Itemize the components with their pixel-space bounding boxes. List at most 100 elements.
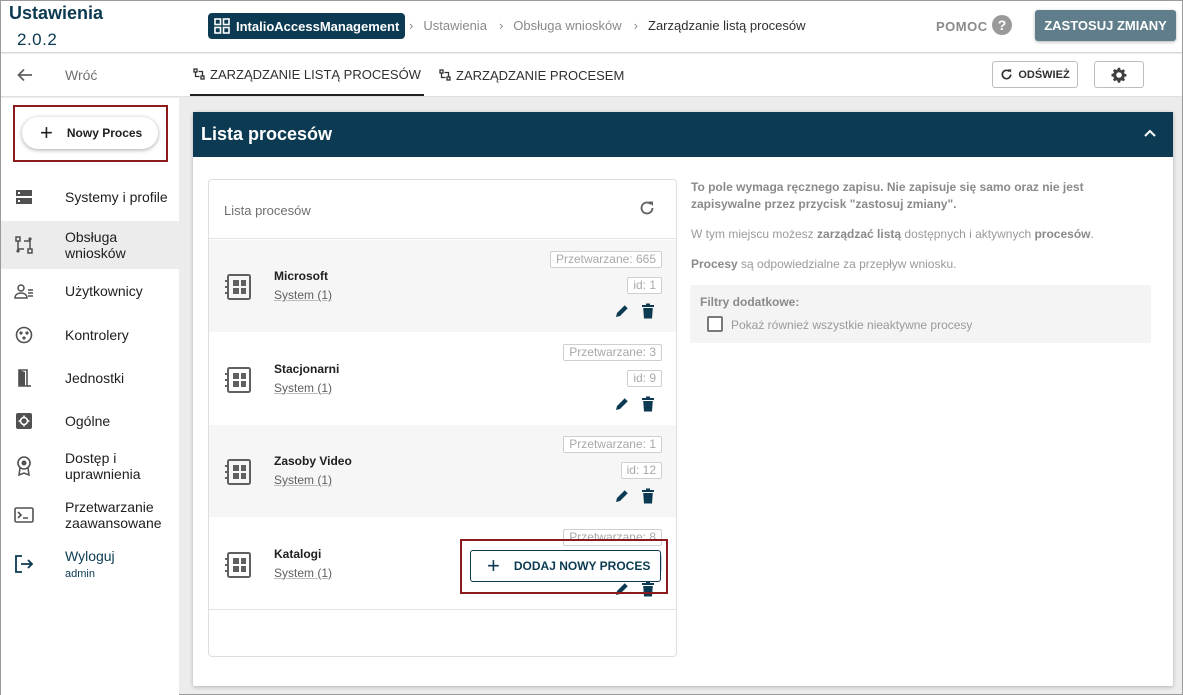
panel-header[interactable]: Lista procesów (193, 112, 1173, 157)
help-label[interactable]: POMOC (936, 19, 988, 34)
info-part: Procesy (691, 257, 738, 271)
sidebar-item-logout[interactable]: Wyloguj admin (1, 546, 179, 582)
workflow-icon (439, 69, 451, 81)
help-icon[interactable]: ? (992, 15, 1012, 35)
panel-title: Lista procesów (201, 124, 333, 144)
sidebar: + Nowy Proces Systemy i profile Obsługa … (1, 98, 179, 695)
new-process-button[interactable]: + Nowy Proces (22, 117, 158, 149)
list-footer (209, 609, 676, 657)
id-badge: id: 9 (627, 369, 662, 387)
sidebar-item-label: Ogólne (65, 413, 111, 429)
show-inactive-label[interactable]: Pokaż również wszystkie nieaktywne proce… (731, 318, 972, 332)
processed-badge: Przetwarzane: 3 (563, 343, 662, 361)
arrow-left-icon[interactable] (15, 65, 35, 85)
processed-badge: Przetwarzane: 1 (563, 436, 662, 453)
info-processes: Procesy są odpowiedzialne za przepływ wn… (691, 256, 1151, 273)
settings-button[interactable] (1094, 61, 1144, 88)
sidebar-item-users[interactable]: Użytkownicy (1, 280, 179, 302)
server-icon (14, 187, 34, 207)
processed-badge: Przetwarzane: 665 (549, 251, 662, 268)
process-row[interactable]: Stacjonarni System (1) Przetwarzane: 3 id: … (209, 333, 676, 425)
process-system[interactable]: System (1) (274, 381, 332, 395)
refresh-icon[interactable] (638, 199, 656, 217)
breadcrumb-settings[interactable]: Ustawienia (423, 18, 487, 33)
apply-changes-button[interactable]: ZASTOSUJ ZMIANY (1035, 10, 1176, 41)
sub-bar: Wróć ZARZĄDZANIE LISTĄ PROCESÓW ZARZĄDZA… (1, 54, 1182, 97)
app-version: 2.0.2 (17, 30, 58, 49)
workflow-icon (14, 235, 34, 255)
info-part: dostępnych i aktywnych (901, 227, 1035, 241)
settings-box-icon (14, 411, 34, 431)
breadcrumb-requests[interactable]: Obsługa wniosków (513, 18, 621, 33)
sidebar-item-label: Użytkownicy (65, 283, 143, 299)
process-system[interactable]: System (1) (274, 288, 332, 302)
chevron-right-icon: › (498, 18, 504, 33)
breadcrumb: › Ustawienia › Obsługa wniosków › Zarząd… (401, 18, 806, 33)
sidebar-item-general[interactable]: Ogólne (1, 410, 179, 432)
edit-icon[interactable] (614, 303, 630, 324)
add-process-highlight: + DODAJ NOWY PROCES (460, 539, 668, 594)
back-link[interactable]: Wróć (65, 67, 97, 83)
info-manage: W tym miejscu możesz zarządzać listą dos… (691, 226, 1151, 243)
app-chip[interactable]: IntalioAccessManagement (208, 13, 406, 39)
plus-icon: + (40, 120, 53, 145)
delete-icon[interactable] (641, 303, 655, 324)
refresh-label: ODŚWIEŻ (1018, 68, 1070, 81)
process-list-panel: Lista procesów Lista procesów Microsoft S… (193, 112, 1173, 686)
tab-label: ZARZĄDZANIE PROCESEM (456, 67, 625, 83)
sidebar-item-label: Przetwarzanie zaawansowane (65, 499, 162, 531)
info-part: zarządzać listą (817, 227, 902, 241)
info-part: są odpowiedzialne za przepływ wniosku. (737, 257, 957, 271)
sidebar-item-access[interactable]: Dostęp i uprawnienia (1, 448, 179, 484)
id-badge: id: 12 (620, 462, 662, 479)
process-system[interactable]: System (1) (274, 566, 332, 580)
sidebar-item-advanced[interactable]: Przetwarzanie zaawansowane (1, 497, 179, 533)
add-process-button[interactable]: + DODAJ NOWY PROCES (470, 550, 661, 582)
sidebar-item-units[interactable]: Jednostki (1, 367, 179, 389)
refresh-icon (1001, 69, 1012, 80)
tab-process-management[interactable]: ZARZĄDZANIE PROCESEM (439, 54, 624, 96)
process-icon (225, 366, 253, 398)
tab-label: ZARZĄDZANIE LISTĄ PROCESÓW (210, 66, 421, 82)
delete-icon[interactable] (641, 396, 655, 417)
sidebar-item-label: Jednostki (65, 370, 125, 386)
app-title: Ustawienia (9, 3, 104, 23)
process-name: Microsoft (274, 269, 328, 283)
process-icon (225, 551, 253, 583)
delete-icon[interactable] (641, 488, 655, 509)
process-icon (225, 459, 253, 490)
info-part: . (1090, 227, 1094, 241)
filters-title: Filtry dodatkowe: (700, 295, 800, 309)
add-process-label: DODAJ NOWY PROCES (513, 559, 651, 573)
process-name: Zasoby Video (274, 454, 352, 468)
show-inactive-checkbox[interactable] (707, 316, 723, 332)
gear-icon (1111, 67, 1127, 83)
chevron-up-icon[interactable] (1143, 126, 1157, 140)
process-system[interactable]: System (1) (274, 473, 332, 487)
id-badge: id: 1 (627, 277, 662, 294)
breadcrumb-current: Zarządzanie listą procesów (648, 18, 806, 33)
award-icon (14, 456, 34, 476)
users-icon (14, 281, 34, 301)
info-manual-save: To pole wymaga ręcznego zapisu. Nie zapi… (691, 180, 1084, 211)
chevron-right-icon: › (633, 18, 639, 33)
logged-user: admin (65, 568, 95, 580)
edit-icon[interactable] (614, 396, 630, 417)
sidebar-item-label: Kontrolery (65, 327, 129, 343)
refresh-button[interactable]: ODŚWIEŻ (992, 61, 1078, 88)
sidebar-item-requests[interactable]: Obsługa wniosków (1, 221, 179, 269)
sidebar-item-label: Systemy i profile (65, 189, 168, 205)
info-part: W tym miejscu możesz (691, 227, 818, 241)
sidebar-item-systems[interactable]: Systemy i profile (1, 179, 179, 215)
edit-icon[interactable] (614, 488, 630, 509)
top-bar: Ustawienia 2.0.2 IntalioAccessManagement… (1, 1, 1182, 53)
process-name: Katalogi (274, 546, 322, 561)
process-row[interactable]: Microsoft System (1) Przetwarzane: 665 id: … (209, 240, 676, 332)
tab-process-list[interactable]: ZARZĄDZANIE LISTĄ PROCESÓW (190, 54, 424, 96)
process-row[interactable]: Zasoby Video System (1) Przetwarzane: 1 id:… (209, 425, 676, 517)
sidebar-item-controllers[interactable]: Kontrolery (1, 324, 179, 346)
workflow-icon (193, 68, 205, 80)
grid-icon (214, 18, 230, 34)
logout-icon (14, 554, 34, 574)
list-card-header: Lista procesów (209, 180, 676, 239)
